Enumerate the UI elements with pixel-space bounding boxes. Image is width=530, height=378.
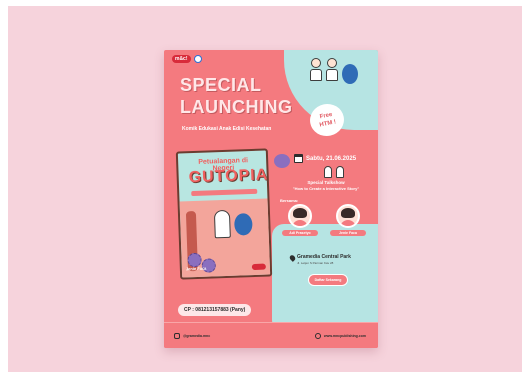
venue-address: Jl. Letjen S Parman Kav 28: [297, 261, 334, 265]
speaker-photo: [336, 204, 360, 228]
kid-character-icon: [310, 58, 322, 82]
contact-person: CP : 081213157883 (Pany): [178, 304, 252, 316]
blue-creature-icon: [342, 64, 358, 84]
characters-illustration: [310, 58, 358, 84]
comic-book-cover: Petualangan di Negeri GUTOPIA Jenie Faca: [175, 148, 273, 280]
speaker-card: Jenie Faca: [330, 204, 366, 236]
instagram-icon: [174, 333, 180, 339]
event-venue: Gramedia Central Park Jl. Letjen S Parma…: [288, 254, 351, 265]
social-handle: @gramedia.mnc: [183, 334, 211, 338]
germ-icon: [274, 154, 290, 168]
event-date: Sabtu, 21.06.2025: [294, 154, 356, 163]
book-kid-icon: [213, 209, 231, 239]
backdrop: m&c! SPECIAL LAUNCHING Komik Edukasi Ana…: [8, 6, 522, 372]
talkshow-label: Special Talkshow: [307, 180, 345, 185]
location-pin-icon: [288, 254, 297, 262]
date-text: Sabtu, 21.06.2025: [306, 155, 357, 162]
kid-character-icon: [324, 166, 332, 178]
globe-icon: [314, 333, 321, 339]
venue-name: Gramedia Central Park: [297, 254, 351, 260]
speaker-photo: [288, 204, 312, 228]
talkshow-info: Special Talkshow "How to Create a Intera…: [276, 180, 376, 191]
book-banner: [191, 188, 258, 197]
kid-character-icon: [336, 166, 344, 178]
book-author: Jenie Faca: [185, 265, 207, 272]
speakers-row: Adi Prasetyo Jenie Faca: [282, 204, 366, 236]
website-url: www.mncpublishing.com: [323, 334, 366, 338]
poster-footer: @gramedia.mnc www.mncpublishing.com: [164, 322, 378, 348]
speaker-name: Adi Prasetyo: [282, 230, 318, 236]
book-title-big: GUTOPIA: [188, 166, 269, 187]
poster-title: SPECIAL LAUNCHING: [180, 74, 293, 118]
poster-subtitle: Komik Edukasi Anak Edisi Kesehatan: [182, 126, 272, 132]
mnc-logo: m&c!: [172, 55, 191, 63]
publisher-logo-icon: [193, 55, 202, 63]
kid-character-icon: [326, 58, 338, 82]
calendar-icon: [294, 154, 303, 163]
title-line-2: LAUNCHING: [180, 97, 293, 117]
event-poster: m&c! SPECIAL LAUNCHING Komik Edukasi Ana…: [164, 50, 378, 348]
book-publisher-logo-icon: [251, 263, 266, 271]
title-line-1: SPECIAL: [180, 75, 262, 95]
footer-social: @gramedia.mnc: [174, 333, 210, 339]
speaker-card: Adi Prasetyo: [282, 204, 318, 236]
footer-website: www.mncpublishing.com: [314, 333, 366, 339]
talkshow-topic: "How to Create a Interactive Story": [292, 186, 360, 191]
brand-logos: m&c!: [172, 55, 202, 63]
mini-characters: [324, 166, 344, 178]
speaker-name: Jenie Faca: [330, 230, 366, 236]
speakers-label: Bersama:: [280, 198, 299, 203]
register-button[interactable]: Daftar Sekarang: [308, 274, 348, 286]
